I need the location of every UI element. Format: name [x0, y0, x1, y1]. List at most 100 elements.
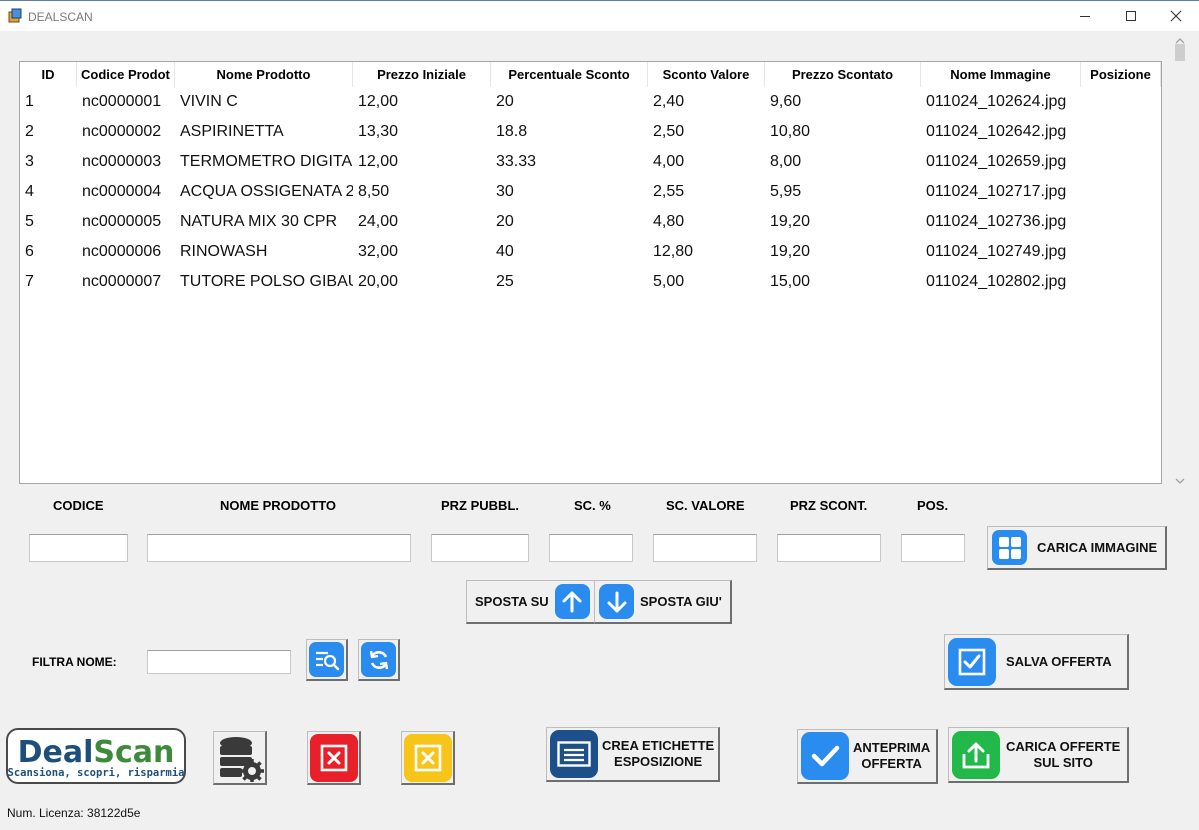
database-settings-button[interactable] [213, 731, 267, 785]
close-window-button[interactable] [1153, 1, 1199, 31]
table-cell: NATURA MIX 30 CPR [180, 213, 338, 230]
anteprima-offerta-button[interactable]: ANTEPRIMA OFFERTA [797, 729, 938, 784]
table-row[interactable]: 3 nc0000003 TERMOMETRO DIGITAL 12,00 33.33 4,… [20, 147, 1161, 177]
table-cell: 8,50 [358, 183, 390, 200]
table-cell: 5,00 [653, 273, 685, 290]
column-header-percentuale-sconto[interactable]: Percentuale Sconto [491, 62, 648, 87]
column-header-posizione[interactable]: Posizione [1081, 62, 1161, 87]
column-header-nome[interactable]: Nome Prodotto [175, 62, 353, 87]
save-check-icon [948, 637, 996, 686]
table-cell: ACQUA OSSIGENATA 2 [180, 183, 353, 200]
table-cell [1081, 207, 1161, 237]
delete-button[interactable] [307, 731, 361, 785]
scrollbar-thumb[interactable] [1175, 44, 1185, 61]
sposta-su-button[interactable]: SPOSTA SU [466, 580, 596, 624]
column-header-prezzo-scontato[interactable]: Prezzo Scontato [765, 62, 921, 87]
arrow-down-icon [599, 584, 634, 619]
table-cell: nc0000007 [82, 273, 162, 290]
table-cell: 13,30 [358, 123, 399, 140]
prz-scont-input[interactable] [777, 534, 881, 562]
table-cell: 3 [25, 153, 34, 170]
column-header-prezzo-iniziale[interactable]: Prezzo Iniziale [353, 62, 491, 87]
table-cell: 19,20 [770, 213, 811, 230]
table-cell: 011024_102642.jpg [926, 123, 1067, 140]
table-cell: 1 [25, 93, 34, 110]
clear-x-icon [403, 733, 452, 782]
window-title: DEALSCAN [28, 10, 93, 24]
table-cell: 33.33 [496, 153, 537, 170]
table-cell: 20 [496, 213, 514, 230]
carica-immagine-label: CARICA IMMAGINE [1037, 539, 1158, 555]
table-cell: 25 [496, 273, 514, 290]
table-row[interactable]: 1 nc0000001 VIVIN C 12,00 20 2,40 9,60 011024_1… [20, 87, 1161, 117]
table-cell: 5 [25, 213, 34, 230]
table-cell: 8,00 [770, 153, 802, 170]
table-cell: 4 [25, 183, 34, 200]
codice-input[interactable] [29, 534, 128, 562]
column-header-id[interactable]: ID [20, 62, 77, 87]
table-cell: 30 [496, 183, 514, 200]
svg-text:DealScan: DealScan [18, 735, 175, 770]
table-cell: 12,00 [358, 153, 399, 170]
table-cell [1081, 267, 1161, 297]
search-filter-button[interactable] [306, 639, 348, 681]
table-cell: 19,20 [770, 243, 811, 260]
table-cell: 2 [25, 123, 34, 140]
table-cell: nc0000003 [82, 153, 162, 170]
carica-immagine-button[interactable]: CARICA IMMAGINE [987, 526, 1167, 570]
table-cell: TERMOMETRO DIGITAL [180, 153, 353, 170]
prz-pubbl-input[interactable] [431, 534, 529, 562]
table-cell: 40 [496, 243, 514, 260]
table-row[interactable]: 5 nc0000005 NATURA MIX 30 CPR 24,00 20 4,80 19… [20, 207, 1161, 237]
carica-offerte-button[interactable]: CARICA OFFERTE SUL SITO [948, 727, 1129, 783]
table-cell: 12,80 [653, 243, 694, 260]
clear-button[interactable] [401, 731, 455, 785]
table-cell: nc0000001 [82, 93, 162, 110]
sposta-giu-button[interactable]: SPOSTA GIU' [594, 580, 732, 624]
maximize-button[interactable] [1108, 1, 1154, 31]
filtra-nome-label: FILTRA NOME: [32, 655, 117, 669]
refresh-button[interactable] [358, 639, 400, 681]
table-cell [1081, 237, 1161, 267]
search-list-icon [309, 642, 344, 677]
sc-valore-input[interactable] [653, 534, 757, 562]
minimize-icon [1080, 16, 1090, 17]
table-cell: 32,00 [358, 243, 399, 260]
minimize-button[interactable] [1062, 1, 1108, 31]
table-cell: nc0000005 [82, 213, 162, 230]
column-header-sconto-valore[interactable]: Sconto Valore [648, 62, 765, 87]
crea-etichette-button[interactable]: CREA ETICHETTE ESPOSIZIONE [546, 727, 720, 782]
filtra-nome-input[interactable] [147, 650, 291, 674]
svg-text:Scansiona, scopri, risparmia: Scansiona, scopri, risparmia [8, 767, 184, 779]
nome-prodotto-input[interactable] [147, 534, 411, 562]
pos-input[interactable] [901, 534, 965, 562]
grid-icon [992, 530, 1027, 565]
table-cell: 20,00 [358, 273, 399, 290]
table-row[interactable]: 6 nc0000006 RINOWASH 32,00 40 12,80 19,20 01102… [20, 237, 1161, 267]
table-cell: nc0000004 [82, 183, 162, 200]
table-row[interactable]: 4 nc0000004 ACQUA OSSIGENATA 2 8,50 30 2,55 5,… [20, 177, 1161, 207]
scrollbar[interactable] [1171, 35, 1189, 487]
offers-table[interactable]: ID Codice Prodot Nome Prodotto Prezzo In… [19, 61, 1162, 484]
sposta-su-label: SPOSTA SU [475, 593, 549, 609]
table-cell: 6 [25, 243, 34, 260]
sc-perc-input[interactable] [549, 534, 633, 562]
pos-label: POS. [917, 498, 949, 513]
column-header-codice[interactable]: Codice Prodot [77, 62, 175, 87]
salva-offerta-button[interactable]: SALVA OFFERTA [944, 634, 1129, 690]
table-cell: 011024_102749.jpg [926, 243, 1067, 260]
table-cell: TUTORE POLSO GIBAUD [180, 273, 353, 290]
sc-perc-label: SC. % [574, 498, 611, 513]
table-cell: 24,00 [358, 213, 399, 230]
table-cell: 4,80 [653, 213, 685, 230]
column-header-nome-immagine[interactable]: Nome Immagine [921, 62, 1081, 87]
table-cell: 2,50 [653, 123, 685, 140]
table-row[interactable]: 2 nc0000002 ASPIRINETTA 13,30 18.8 2,50 10,80 0… [20, 117, 1161, 147]
table-cell: 12,00 [358, 93, 399, 110]
sc-valore-label: SC. VALORE [666, 498, 745, 513]
scroll-down-arrow-icon[interactable] [1171, 475, 1189, 487]
table-row[interactable]: 7 nc0000007 TUTORE POLSO GIBAUD 20,00 25 5,00… [20, 267, 1161, 297]
upload-icon [952, 730, 1000, 779]
table-cell: nc0000002 [82, 123, 162, 140]
table-cell: 5,95 [770, 183, 802, 200]
